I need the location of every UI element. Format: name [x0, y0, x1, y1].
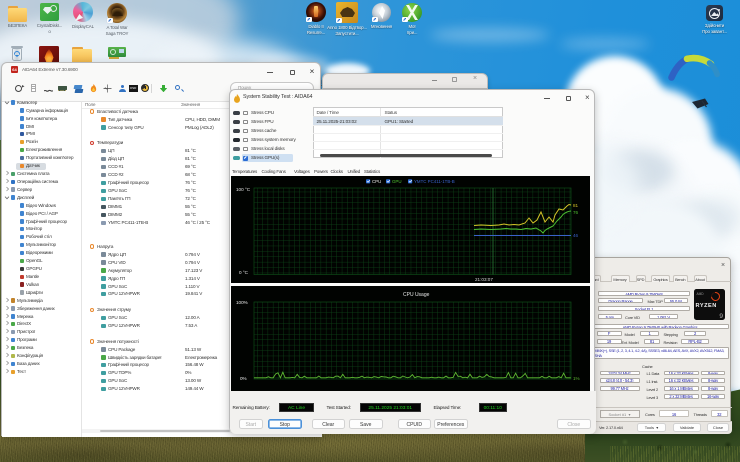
svg-text:GPU: GPU [392, 179, 402, 184]
svg-text:0 °C: 0 °C [239, 270, 249, 275]
svg-text:100%: 100% [236, 300, 248, 305]
svg-text:21:03:07: 21:03:07 [475, 277, 493, 282]
svg-text:CPU: CPU [372, 179, 381, 184]
svg-text:1%: 1% [573, 376, 580, 381]
svg-text:46: 46 [573, 233, 579, 238]
svg-text:YMTC PC411-1TB-B: YMTC PC411-1TB-B [414, 179, 455, 184]
svg-text:81: 81 [573, 203, 579, 208]
svg-text:0%: 0% [240, 376, 247, 381]
svg-text:76: 76 [573, 210, 579, 215]
svg-text:100 °C: 100 °C [236, 187, 251, 192]
svg-text:CPU Usage: CPU Usage [403, 292, 430, 298]
